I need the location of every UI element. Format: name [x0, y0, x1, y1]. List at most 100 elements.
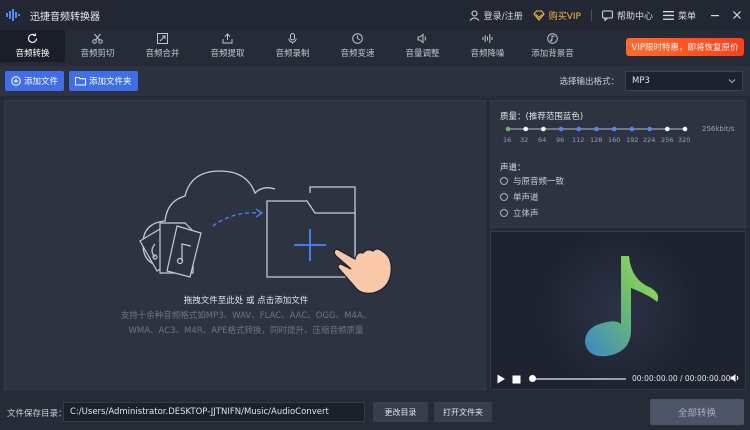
progress-handle[interactable] — [529, 375, 536, 382]
drop-zone-hint-line2: WMA、AC3、M4R、APE格式转换，同时提升、压缩音频质量 — [128, 326, 364, 336]
channel-option-mono[interactable]: 单声道 — [500, 191, 539, 203]
music-note-icon — [547, 33, 558, 44]
quality-tick: 224 — [643, 136, 656, 144]
folder-icon — [266, 186, 356, 278]
close-button[interactable] — [728, 6, 746, 24]
tab-volume-adjust[interactable]: 音量调整 — [390, 30, 455, 62]
dashed-arrow-icon — [212, 212, 261, 227]
menu-button[interactable]: 菜单 — [662, 9, 696, 22]
quality-tick: 192 — [626, 136, 639, 144]
help-center-button[interactable]: 帮助中心 — [602, 9, 653, 22]
quality-tick: 320 — [678, 136, 691, 144]
vip-promo-banner[interactable]: VIP限时特惠，即将恢复原价 — [626, 38, 744, 56]
channel-option-label: 立体声 — [513, 209, 539, 219]
chevron-down-icon — [728, 79, 736, 84]
title-bar: 迅捷音频转换器 登录/注册 购买VIP 帮助中心 菜单 — [0, 0, 750, 30]
convert-all-button[interactable]: 全部转换 — [650, 399, 744, 425]
user-icon — [469, 9, 480, 21]
output-format: 选择输出格式： MP3 — [559, 71, 743, 91]
extract-icon — [222, 33, 233, 44]
app-title: 迅捷音频转换器 — [30, 11, 100, 23]
tab-label: 音频录制 — [275, 49, 310, 59]
vip-diamond-icon — [533, 9, 545, 21]
tab-audio-speed[interactable]: 音频变速 — [325, 30, 390, 62]
tab-audio-cut[interactable]: 音频剪切 — [65, 30, 130, 62]
speed-icon — [352, 33, 363, 44]
add-folder-button[interactable]: 添加文件夹 — [69, 71, 138, 91]
add-file-label: 添加文件 — [24, 77, 59, 87]
channel-option-original[interactable]: 与原音频一致 — [500, 175, 564, 187]
quality-tick: 64 — [538, 136, 547, 144]
login-button[interactable]: 登录/注册 — [469, 9, 523, 22]
quality-label: 质量：(推荐范围蓝色) — [500, 112, 584, 122]
output-format-label: 选择输出格式： — [559, 77, 619, 87]
tab-label: 添加背景音 — [531, 49, 574, 59]
quality-tick: 128 — [590, 136, 603, 144]
plus-circle-icon — [11, 76, 21, 86]
noise-icon — [482, 34, 493, 43]
save-dir-value: C:/Users/Administrator.DESKTOP-JJTNIFN/M… — [70, 407, 329, 417]
app-window: 迅捷音频转换器 登录/注册 购买VIP 帮助中心 菜单 音频转换 音频剪切 音频… — [0, 0, 750, 430]
channel-option-stereo[interactable]: 立体声 — [500, 207, 539, 219]
tab-label: 音频合并 — [145, 49, 180, 59]
scissors-icon — [92, 33, 103, 44]
tab-audio-convert[interactable]: 音频转换 — [0, 30, 65, 62]
drop-zone-title: 拖拽文件至此处 或 点击添加文件 — [183, 296, 309, 306]
drop-zone-hint-line1: 支持十余种音频格式如MP3、WAV、FLAC、AAC、OGG、M4A、 — [120, 311, 372, 321]
menu-icon — [662, 10, 674, 20]
save-dir-field[interactable]: C:/Users/Administrator.DESKTOP-JJTNIFN/M… — [63, 402, 365, 422]
help-center-label: 帮助中心 — [616, 11, 653, 22]
tab-audio-record[interactable]: 音频录制 — [260, 30, 325, 62]
stop-icon[interactable] — [512, 375, 521, 384]
radio-icon — [500, 177, 508, 185]
tab-label: 音量调整 — [405, 49, 440, 59]
channel-option-label: 单声道 — [513, 193, 539, 203]
folder-icon — [75, 77, 87, 86]
volume-icon — [417, 33, 427, 44]
open-folder-button[interactable]: 打开文件夹 — [434, 402, 492, 422]
tab-label: 音频转换 — [15, 49, 50, 59]
tab-label: 音频变速 — [340, 49, 375, 59]
save-dir-label: 文件保存目录： — [7, 409, 67, 419]
quality-value: 256kbit/s — [702, 125, 735, 133]
output-format-select[interactable]: MP3 — [625, 71, 743, 91]
quality-ticks: 16 32 64 96 112 128 160 192 224 256 320 — [500, 136, 695, 146]
music-note-large-icon — [539, 232, 699, 389]
tab-label: 音频剪切 — [80, 49, 115, 59]
tab-noise-reduction[interactable]: 音频降噪 — [455, 30, 520, 62]
player-time: 00:00:00.00 / 00:00:00.00 — [632, 374, 731, 383]
preview-player — [490, 231, 746, 390]
chat-icon — [602, 10, 613, 21]
channel-label: 声道： — [500, 163, 526, 173]
merge-icon — [157, 33, 168, 44]
tab-add-background-music[interactable]: 添加背景音 — [520, 30, 585, 62]
progress-bar[interactable] — [530, 378, 626, 380]
output-format-value: MP3 — [632, 76, 650, 86]
radio-icon — [500, 193, 508, 201]
play-icon[interactable] — [496, 374, 506, 384]
channel-option-label: 与原音频一致 — [513, 177, 565, 187]
close-icon — [733, 11, 741, 19]
quality-tick: 112 — [572, 136, 585, 144]
add-file-button[interactable]: 添加文件 — [5, 71, 65, 91]
drop-illustration — [139, 170, 392, 295]
quality-tick: 96 — [556, 136, 565, 144]
tab-audio-merge[interactable]: 音频合并 — [130, 30, 195, 62]
hand-pointer-icon — [333, 248, 392, 295]
quality-tick: 16 — [503, 136, 512, 144]
microphone-icon — [288, 33, 297, 44]
file-drop-zone[interactable]: 拖拽文件至此处 或 点击添加文件 支持十余种音频格式如MP3、WAV、FLAC、… — [4, 100, 486, 390]
radio-icon — [500, 209, 508, 217]
buy-vip-label: 购买VIP — [548, 11, 581, 22]
login-label: 登录/注册 — [483, 11, 523, 22]
app-logo-icon — [6, 8, 24, 22]
speaker-icon[interactable] — [730, 373, 740, 383]
music-files-icon — [139, 222, 202, 278]
separator — [590, 9, 592, 21]
tab-audio-extract[interactable]: 音频提取 — [195, 30, 260, 62]
minimize-icon — [711, 15, 719, 17]
buy-vip-button[interactable]: 购买VIP — [533, 9, 581, 22]
change-dir-button[interactable]: 更改目录 — [373, 402, 428, 422]
minimize-button[interactable] — [706, 6, 724, 24]
quality-tick: 32 — [520, 136, 529, 144]
